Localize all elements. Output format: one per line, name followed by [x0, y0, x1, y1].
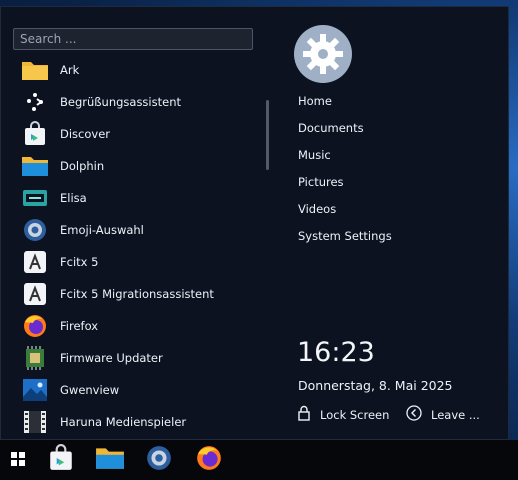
emoji-picker-icon	[21, 216, 49, 244]
app-list: Ark Begrüßungsassistent Discover Dolphin	[1, 53, 263, 433]
app-item-fcitx-5[interactable]: Fcitx 5	[21, 247, 257, 277]
clock-date: Donnerstag, 8. Mai 2025	[298, 378, 453, 393]
dolphin-folder-icon	[21, 152, 49, 180]
firefox-icon	[21, 312, 49, 340]
discover-bag-icon	[21, 120, 49, 148]
app-item-haruna-medienspieler[interactable]: Haruna Medienspieler	[21, 407, 257, 437]
app-item-dolphin[interactable]: Dolphin	[21, 151, 257, 181]
clock-time: 16:23	[297, 337, 375, 368]
place-documents[interactable]: Documents	[298, 118, 418, 138]
app-label: Elisa	[60, 191, 87, 205]
system-settings-gear-icon	[145, 444, 173, 476]
welcome-dots-icon	[21, 88, 49, 116]
ark-folder-icon	[21, 56, 49, 84]
app-list-scrollbar[interactable]	[266, 100, 269, 170]
search-input[interactable]	[13, 28, 253, 50]
app-label: Dolphin	[60, 159, 105, 173]
app-item-emoji-auswahl[interactable]: Emoji-Auswahl	[21, 215, 257, 245]
place-system-settings[interactable]: System Settings	[298, 226, 418, 246]
app-label: Haruna Medienspieler	[60, 415, 187, 429]
haruna-film-icon	[21, 408, 49, 436]
application-launcher: Ark Begrüßungsassistent Discover Dolphin	[0, 6, 509, 440]
app-item-fcitx-5-migrationsassistent[interactable]: Fcitx 5 Migrationsassistent	[21, 279, 257, 309]
app-label: Begrüßungsassistent	[60, 95, 181, 109]
app-item-firmware-updater[interactable]: Firmware Updater	[21, 343, 257, 373]
windows-start-icon	[11, 451, 25, 470]
dolphin-folder-icon	[95, 445, 125, 475]
app-item-ark[interactable]: Ark	[21, 55, 257, 85]
leave-icon	[406, 405, 422, 425]
app-label: Emoji-Auswahl	[60, 223, 144, 237]
firmware-chip-icon	[21, 344, 49, 372]
app-item-firefox[interactable]: Firefox	[21, 311, 257, 341]
app-label: Fcitx 5 Migrationsassistent	[60, 287, 214, 301]
lock-icon	[297, 405, 311, 425]
start-button[interactable]	[2, 444, 34, 476]
fcitx-icon	[21, 248, 49, 276]
fcitx-migration-icon	[21, 280, 49, 308]
firefox-icon	[195, 444, 223, 476]
leave-button[interactable]: Leave ...	[406, 405, 480, 425]
taskbar-firefox[interactable]	[193, 444, 225, 476]
taskbar-discover[interactable]	[45, 444, 77, 476]
app-label: Discover	[60, 127, 111, 141]
discover-bag-icon	[47, 444, 75, 476]
taskbar-system-settings[interactable]	[143, 444, 175, 476]
app-label: Firmware Updater	[60, 351, 163, 365]
taskbar-dolphin[interactable]	[94, 444, 126, 476]
elisa-player-icon	[21, 184, 49, 212]
place-pictures[interactable]: Pictures	[298, 172, 418, 192]
app-label: Firefox	[60, 319, 99, 333]
place-home[interactable]: Home	[298, 91, 418, 111]
app-item-elisa[interactable]: Elisa	[21, 183, 257, 213]
taskbar	[0, 440, 518, 480]
place-videos[interactable]: Videos	[298, 199, 418, 219]
place-music[interactable]: Music	[298, 145, 418, 165]
app-item-discover[interactable]: Discover	[21, 119, 257, 149]
lock-screen-label: Lock Screen	[320, 408, 390, 422]
app-label: Fcitx 5	[60, 255, 99, 269]
app-item-gwenview[interactable]: Gwenview	[21, 375, 257, 405]
leave-label: Leave ...	[431, 408, 480, 422]
gwenview-image-icon	[21, 376, 49, 404]
lock-screen-button[interactable]: Lock Screen	[297, 405, 389, 425]
user-avatar[interactable]	[294, 25, 352, 83]
app-label: Ark	[60, 63, 80, 77]
app-item-begruessungsassistent[interactable]: Begrüßungsassistent	[21, 87, 257, 117]
app-label: Gwenview	[60, 383, 120, 397]
